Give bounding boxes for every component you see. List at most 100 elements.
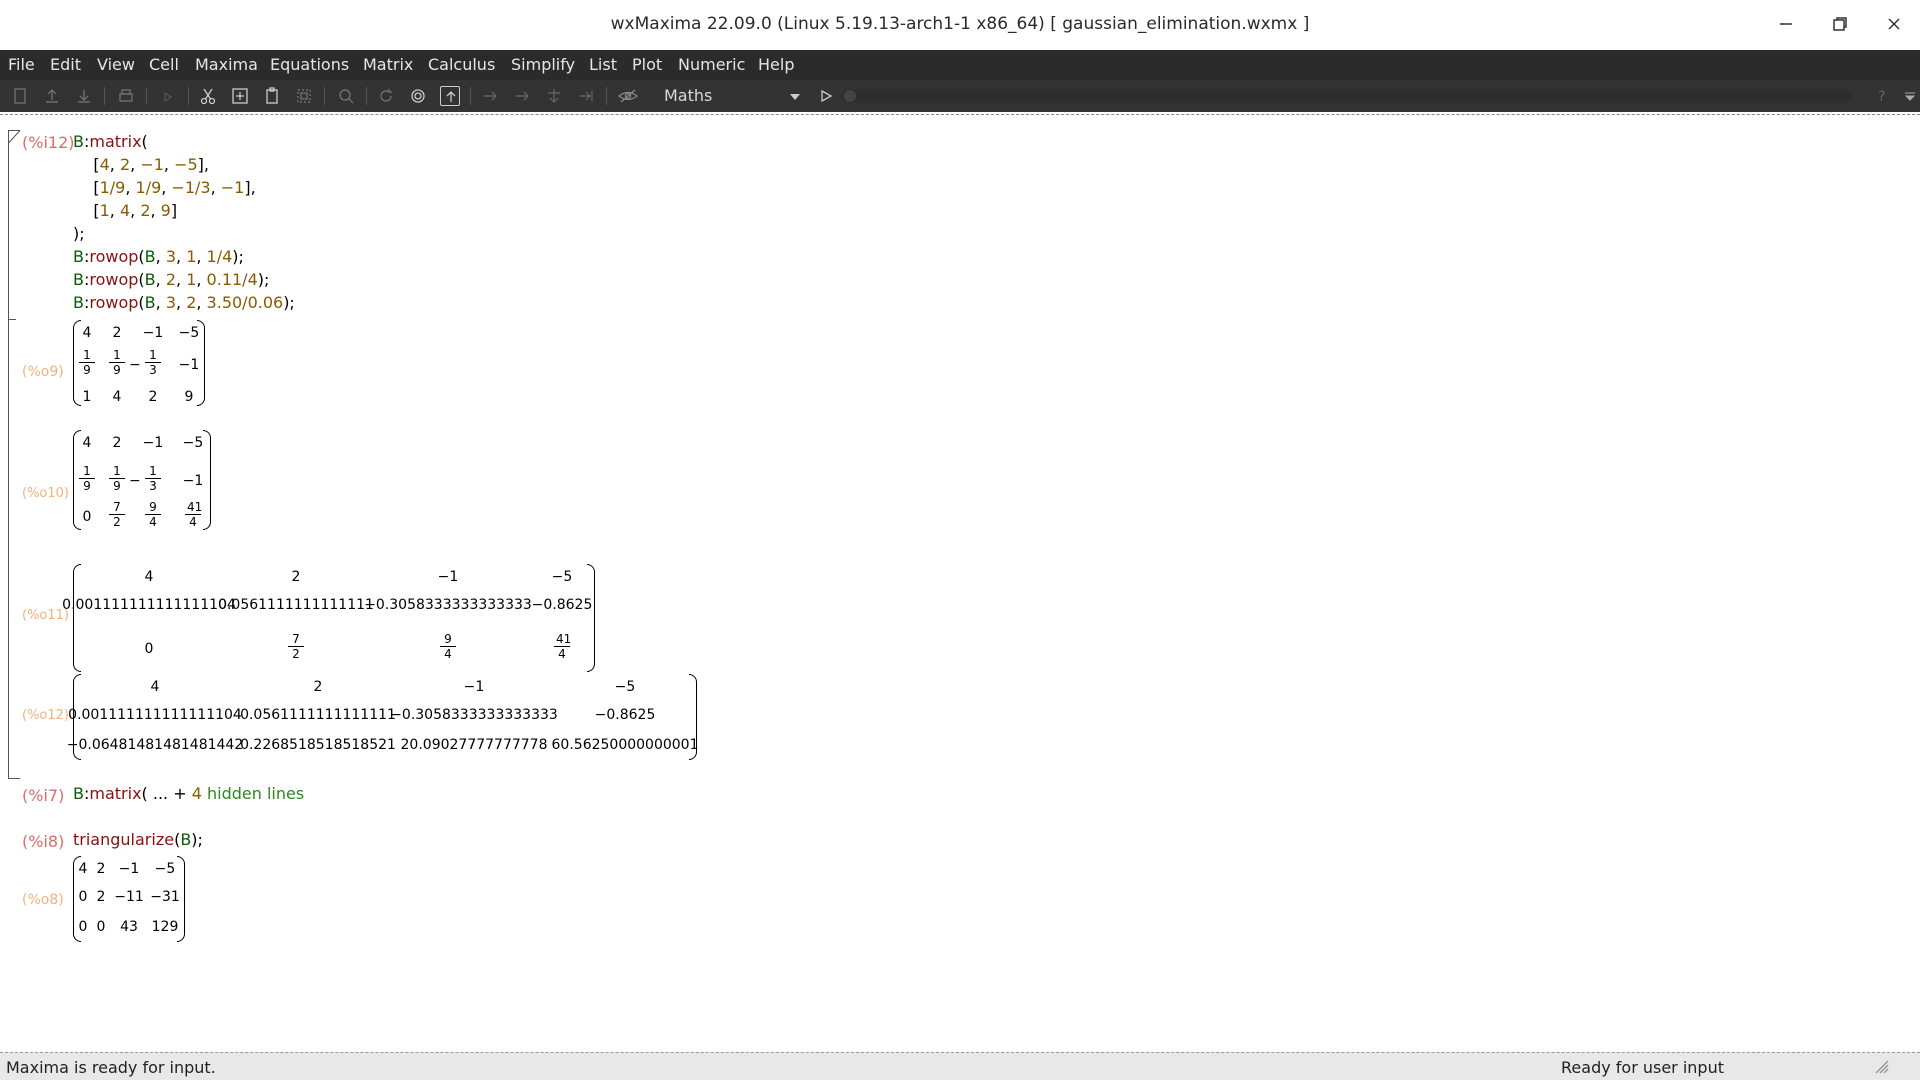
code-token: 2 <box>140 201 151 220</box>
maximize-button[interactable] <box>1828 12 1852 36</box>
code-token: rowop <box>89 270 139 289</box>
paste-icon[interactable] <box>262 86 282 106</box>
hide-code-icon[interactable] <box>616 86 640 106</box>
code-token: 2 <box>119 155 131 174</box>
open-icon[interactable] <box>42 86 62 106</box>
hidden-count: 4 <box>191 784 202 803</box>
menu-numeric[interactable]: Numeric <box>678 55 745 74</box>
svg-text:?: ? <box>1878 89 1885 105</box>
cell-bracket[interactable] <box>8 132 9 778</box>
code-line[interactable]: [1/9, 1/9, −1/3, −1], <box>73 178 256 197</box>
input-label: (%i7) <box>22 786 65 805</box>
output-matrix: 4 2 −1 −5 0 2 −11 −31 0 0 43 129 <box>73 856 185 942</box>
bracket-tick <box>8 778 20 779</box>
code-token: ); <box>257 270 270 289</box>
cut-icon[interactable] <box>198 86 218 106</box>
code-token: 4 <box>99 155 110 174</box>
cell-bracket-triangle-icon[interactable] <box>8 130 22 144</box>
argument: B <box>180 830 192 849</box>
print-icon[interactable] <box>116 86 136 106</box>
window-title: wxMaxima 22.09.0 (Linux 5.19.13-arch1-1 … <box>610 14 1310 34</box>
toolbar-separator <box>146 87 147 105</box>
code-line[interactable]: B:rowop(B, 3, 2, 3.50/0.06); <box>73 293 295 312</box>
play-icon[interactable] <box>816 86 836 106</box>
code-token: , <box>109 155 120 174</box>
menu-icon[interactable] <box>1900 86 1920 106</box>
menu-list[interactable]: List <box>589 55 617 74</box>
zoom-icon[interactable] <box>158 86 178 106</box>
close-button[interactable] <box>1882 12 1906 36</box>
toolbar-separator <box>606 87 607 105</box>
mode-select[interactable]: Maths <box>654 84 806 108</box>
save-icon[interactable] <box>74 86 94 106</box>
code-token: 2 <box>165 270 177 289</box>
follow-icon[interactable] <box>440 86 460 106</box>
input-label: (%i12) <box>22 133 75 152</box>
input-label: (%i8) <box>22 832 65 851</box>
copy-icon[interactable] <box>230 86 250 106</box>
code-line[interactable]: [1, 4, 2, 9] <box>73 201 177 220</box>
code-token: ); <box>232 247 244 266</box>
matrix-cell: −5 <box>178 325 200 341</box>
matrix-cell: 94 <box>418 630 478 670</box>
code-token: , <box>155 293 166 312</box>
menu-file[interactable]: File <box>8 55 35 74</box>
network-icon <box>1875 1060 1889 1074</box>
code-token: , <box>176 247 187 266</box>
code-token: ], <box>197 155 209 174</box>
restart-icon[interactable] <box>376 86 396 106</box>
code-token: ] <box>170 201 178 220</box>
code-token: 1 <box>186 247 197 266</box>
code-token: , <box>196 247 207 266</box>
menu-maxima[interactable]: Maxima <box>195 55 258 74</box>
code-line[interactable]: B:rowop(B, 2, 1, 0.11/4); <box>73 270 269 289</box>
mode-select-value: Maths <box>664 86 713 105</box>
worksheet[interactable]: (%i12) (%o9) 4 2 −1 −5 1 9 1 9 1 3− −1 1 4 2 9 (%o10) … <box>0 116 1920 1050</box>
menu-help[interactable]: Help <box>758 55 794 74</box>
code-token: B <box>144 247 156 266</box>
eval-icon[interactable] <box>480 86 500 106</box>
eval-section-icon[interactable] <box>544 86 564 106</box>
code-line[interactable]: B:matrix( <box>73 132 148 151</box>
select-all-icon[interactable] <box>294 86 314 106</box>
find-icon[interactable] <box>336 86 356 106</box>
minimize-button[interactable] <box>1774 12 1798 36</box>
menu-equations[interactable]: Equations <box>270 55 349 74</box>
status-message: Maxima is ready for input. <box>6 1058 216 1077</box>
menu-edit[interactable]: Edit <box>50 55 81 74</box>
collapsed-code-input[interactable]: B:matrix( ... + 4 hidden lines <box>73 784 304 803</box>
eval-all-icon[interactable] <box>576 86 596 106</box>
code-token: 1/4 <box>206 247 233 266</box>
matrix-cell: 41 4 <box>185 500 203 529</box>
help-icon[interactable]: ? <box>1872 86 1892 106</box>
code-token: B <box>73 132 84 151</box>
code-line[interactable]: [4, 2, −1, −5], <box>73 155 209 174</box>
code-input[interactable]: triangularize(B); <box>73 830 203 849</box>
code-line[interactable]: B:rowop(B, 3, 1, 1/4); <box>73 247 244 266</box>
menu-cell[interactable]: Cell <box>149 55 179 74</box>
menu-plot[interactable]: Plot <box>632 55 662 74</box>
menu-simplify[interactable]: Simplify <box>511 55 575 74</box>
eval-next-icon[interactable] <box>512 86 532 106</box>
code-token: 1/9 <box>99 178 126 197</box>
interrupt-icon[interactable] <box>408 86 428 106</box>
menu-calculus[interactable]: Calculus <box>428 55 495 74</box>
slider-handle[interactable] <box>844 90 856 102</box>
code-line[interactable]: ); <box>73 224 85 243</box>
toolbar-divider <box>0 112 1920 115</box>
menu-bar: File Edit View Cell Maxima Equations Mat… <box>0 50 1920 80</box>
bracket-tick <box>8 319 16 320</box>
title-bar: wxMaxima 22.09.0 (Linux 5.19.13-arch1-1 … <box>0 0 1920 50</box>
code-token: −1 <box>220 178 245 197</box>
hidden-lines-note: hidden lines <box>206 784 305 803</box>
code-token: ], <box>244 178 256 197</box>
code-token: rowop <box>89 293 139 312</box>
code-token: 1 <box>186 270 197 289</box>
menu-view[interactable]: View <box>97 55 135 74</box>
code-token: , <box>161 178 172 197</box>
code-token: B <box>73 293 84 312</box>
menu-matrix[interactable]: Matrix <box>363 55 413 74</box>
new-file-icon[interactable] <box>10 86 30 106</box>
matrix-cell: −5 <box>551 569 573 585</box>
animation-slider[interactable] <box>842 89 1852 103</box>
